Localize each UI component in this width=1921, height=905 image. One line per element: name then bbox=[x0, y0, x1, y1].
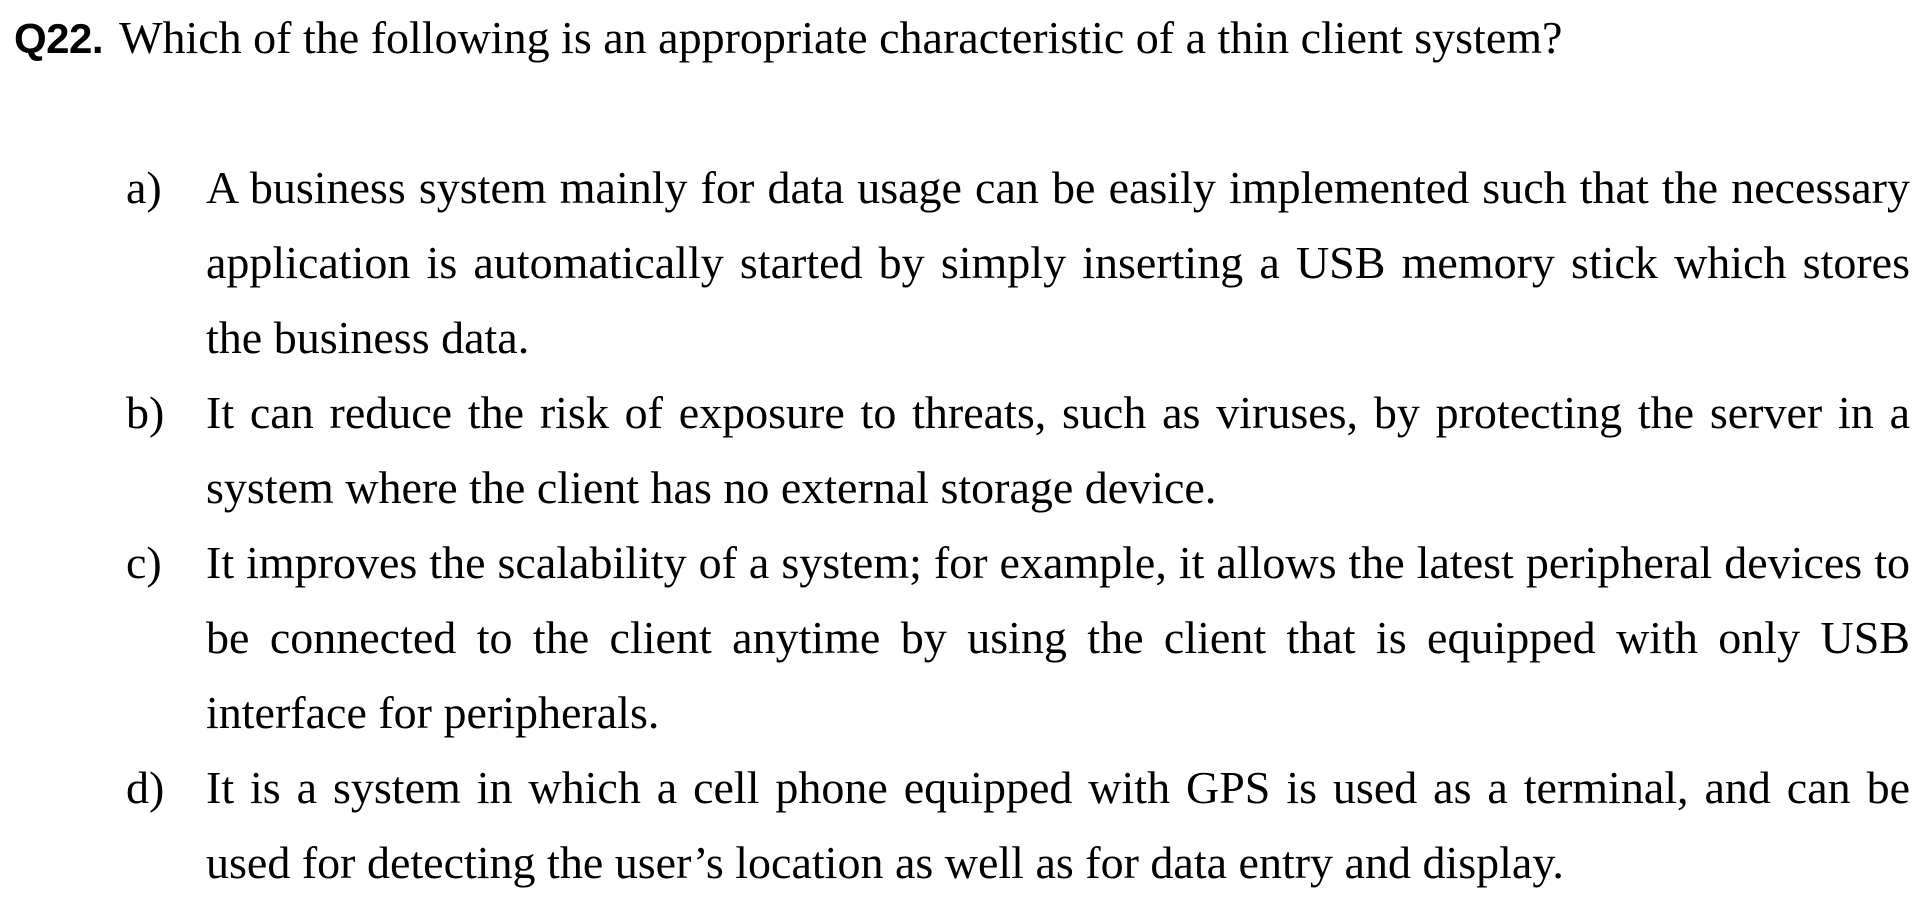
question-number: Q22. bbox=[14, 15, 104, 62]
option-a-text: A business system mainly for data usage … bbox=[206, 162, 1910, 363]
option-c-text: It improves the scalability of a system;… bbox=[206, 537, 1910, 738]
question-page: Q22. Which of the following is an appropr… bbox=[0, 0, 1921, 905]
option-b: b) It can reduce the risk of exposure to… bbox=[0, 375, 1921, 525]
option-b-text: It can reduce the risk of exposure to th… bbox=[206, 387, 1910, 513]
question-header: Q22. Which of the following is an appropr… bbox=[14, 10, 1904, 77]
option-c: c) It improves the scalability of a syst… bbox=[0, 525, 1921, 750]
option-a-letter: a) bbox=[126, 162, 162, 213]
answer-options: a) A business system mainly for data usa… bbox=[0, 150, 1921, 900]
option-d: d) It is a system in which a cell phone … bbox=[0, 750, 1921, 900]
option-a: a) A business system mainly for data usa… bbox=[0, 150, 1921, 375]
option-c-letter: c) bbox=[126, 537, 162, 588]
question-text: Which of the following is an appropriate… bbox=[119, 12, 1563, 63]
option-d-text: It is a system in which a cell phone equ… bbox=[206, 762, 1910, 888]
option-d-letter: d) bbox=[126, 762, 165, 813]
option-b-letter: b) bbox=[126, 387, 165, 438]
